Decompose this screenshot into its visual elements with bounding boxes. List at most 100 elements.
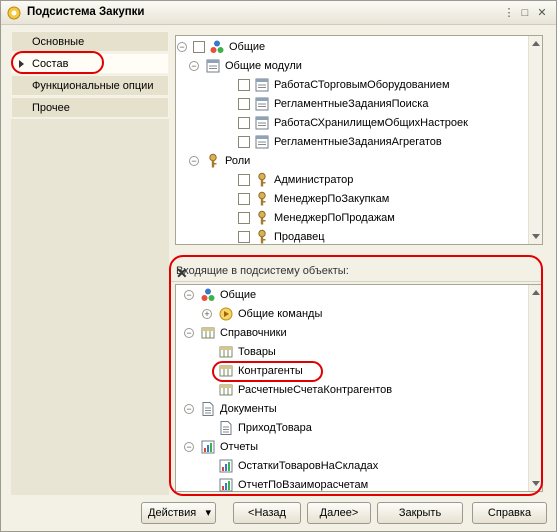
tree-row-label: Справочники [220, 327, 287, 339]
tree-row-label: Общие [220, 289, 257, 301]
catalog-icon [218, 363, 234, 379]
include-checkbox[interactable] [238, 98, 250, 110]
tree-row-label: МенеджерПоЗакупкам [274, 193, 390, 205]
include-checkbox[interactable] [238, 193, 250, 205]
sidebar-item-composition[interactable]: Состав [11, 53, 169, 74]
catalog-icon [218, 344, 234, 360]
include-checkbox[interactable] [238, 174, 250, 186]
sidebar-item-other[interactable]: Прочее [11, 97, 169, 118]
tree-row-label: РегламентныеЗаданияАгрегатов [274, 136, 442, 148]
actions-button[interactable]: Действия ▾ [141, 502, 216, 524]
collapse-icon[interactable]: − [189, 61, 199, 71]
sidebar: Основные Состав Функциональные опции Про… [11, 31, 169, 119]
sidebar-item-functional-options[interactable]: Функциональные опции [11, 75, 169, 96]
include-checkbox[interactable] [238, 117, 250, 129]
scroll-up-icon[interactable] [532, 290, 540, 295]
lower-scrollbar[interactable] [528, 285, 542, 491]
scroll-down-icon[interactable] [532, 481, 540, 486]
tree-row-label: Отчеты [220, 441, 259, 453]
tree-row[interactable]: РасчетныеСчетаКонтрагентов [176, 381, 528, 399]
sidebar-item-main[interactable]: Основные [11, 31, 169, 52]
tree-row-label: Товары [238, 346, 276, 358]
included-objects-tree[interactable]: − Общие + Общие команды − Справочники Товары Ко… [175, 284, 543, 492]
metadata-tree[interactable]: − Общие − Общие модули РаботаСТорговымОборуд… [175, 35, 543, 245]
module-icon [205, 58, 221, 74]
back-button[interactable]: <Назад [233, 502, 301, 524]
report-icon [218, 477, 234, 493]
expand-icon[interactable]: + [202, 309, 212, 319]
tree-row[interactable]: Контрагенты [176, 362, 528, 380]
tree-row-label: ОстаткиТоваровНаСкладах [238, 460, 379, 472]
tree-row-label: РаботаСТорговымОборудованием [274, 79, 450, 91]
tree-row[interactable]: РаботаСТорговымОборудованием [176, 76, 528, 94]
tree-row-label: РегламентныеЗаданияПоиска [274, 98, 429, 110]
scroll-down-icon[interactable] [532, 234, 540, 239]
tree-row[interactable]: − Документы [176, 400, 528, 418]
close-button[interactable]: Закрыть [377, 502, 463, 524]
tree-row[interactable]: ОстаткиТоваровНаСкладах [176, 457, 528, 475]
tree-row[interactable]: − Роли [176, 152, 528, 170]
scroll-up-icon[interactable] [532, 41, 540, 46]
tree-row-label: МенеджерПоПродажам [274, 212, 395, 224]
menu-dots-icon[interactable]: ⋮ [503, 7, 515, 19]
include-checkbox[interactable] [238, 79, 250, 91]
report-icon [200, 439, 216, 455]
include-checkbox[interactable] [238, 212, 250, 224]
role-icon [254, 172, 270, 188]
upper-scrollbar[interactable] [528, 36, 542, 244]
tree-row[interactable]: − Отчеты [176, 438, 528, 456]
collapse-icon[interactable]: − [189, 156, 199, 166]
window-title: Подсистема Закупки [27, 6, 145, 18]
tree-row[interactable]: − Общие модули [176, 57, 528, 75]
tree-row-label: ПриходТовара [238, 422, 312, 434]
tree-row[interactable]: + Общие команды [176, 305, 528, 323]
include-checkbox[interactable] [238, 136, 250, 148]
tree-row-label: Общие модули [225, 60, 302, 72]
collapse-icon[interactable]: − [184, 290, 194, 300]
title-bar: Подсистема Закупки ⋮ □ ✕ [1, 1, 556, 25]
tree-row[interactable]: РегламентныеЗаданияАгрегатов [176, 133, 528, 151]
role-icon [254, 229, 270, 245]
include-checkbox[interactable] [238, 231, 250, 243]
collapse-icon[interactable]: − [184, 442, 194, 452]
current-marker-icon [19, 60, 24, 68]
app-icon [7, 6, 21, 20]
collapse-icon[interactable]: − [184, 404, 194, 414]
general-icon [200, 287, 216, 303]
tree-row[interactable]: ОтчетПоВзаиморасчетам [176, 476, 528, 494]
tree-row[interactable]: МенеджерПоПродажам [176, 209, 528, 227]
close-icon[interactable]: ✕ [536, 7, 548, 19]
tree-row-label: Общие команды [238, 308, 323, 320]
tree-row[interactable]: Администратор [176, 171, 528, 189]
included-objects-header: Входящие в подсистему объекты: ✕ [169, 260, 543, 282]
tree-row-label: Общие [229, 41, 266, 53]
collapse-icon[interactable]: − [184, 328, 194, 338]
tree-row[interactable]: − Справочники [176, 324, 528, 342]
panel-close-icon[interactable]: ✕ [176, 265, 533, 282]
next-button[interactable]: Далее> [307, 502, 371, 524]
general-icon [209, 39, 225, 55]
actions-label: Действия [148, 507, 197, 519]
tree-row[interactable]: − Общие [176, 38, 528, 56]
tree-row[interactable]: РегламентныеЗаданияПоиска [176, 95, 528, 113]
tree-row[interactable]: Товары [176, 343, 528, 361]
tree-row[interactable]: − Общие [176, 286, 528, 304]
maximize-icon[interactable]: □ [519, 7, 531, 19]
tree-row-label: РасчетныеСчетаКонтрагентов [238, 384, 393, 396]
module-icon [254, 77, 270, 93]
module-icon [254, 115, 270, 131]
tree-row[interactable]: Продавец [176, 228, 528, 246]
role-icon [254, 210, 270, 226]
document-icon [218, 420, 234, 436]
help-button[interactable]: Справка [472, 502, 547, 524]
tree-row-label: ОтчетПоВзаиморасчетам [238, 479, 369, 491]
tree-row[interactable]: РаботаСХранилищемОбщихНастроек [176, 114, 528, 132]
collapse-icon[interactable]: − [177, 42, 187, 52]
module-icon [254, 134, 270, 150]
include-checkbox[interactable] [193, 41, 205, 53]
tree-row[interactable]: МенеджерПоЗакупкам [176, 190, 528, 208]
sidebar-item-label: Функциональные опции [32, 80, 154, 92]
chevron-down-icon: ▾ [205, 507, 211, 519]
tree-row-label: Администратор [274, 174, 354, 186]
tree-row[interactable]: ПриходТовара [176, 419, 528, 437]
